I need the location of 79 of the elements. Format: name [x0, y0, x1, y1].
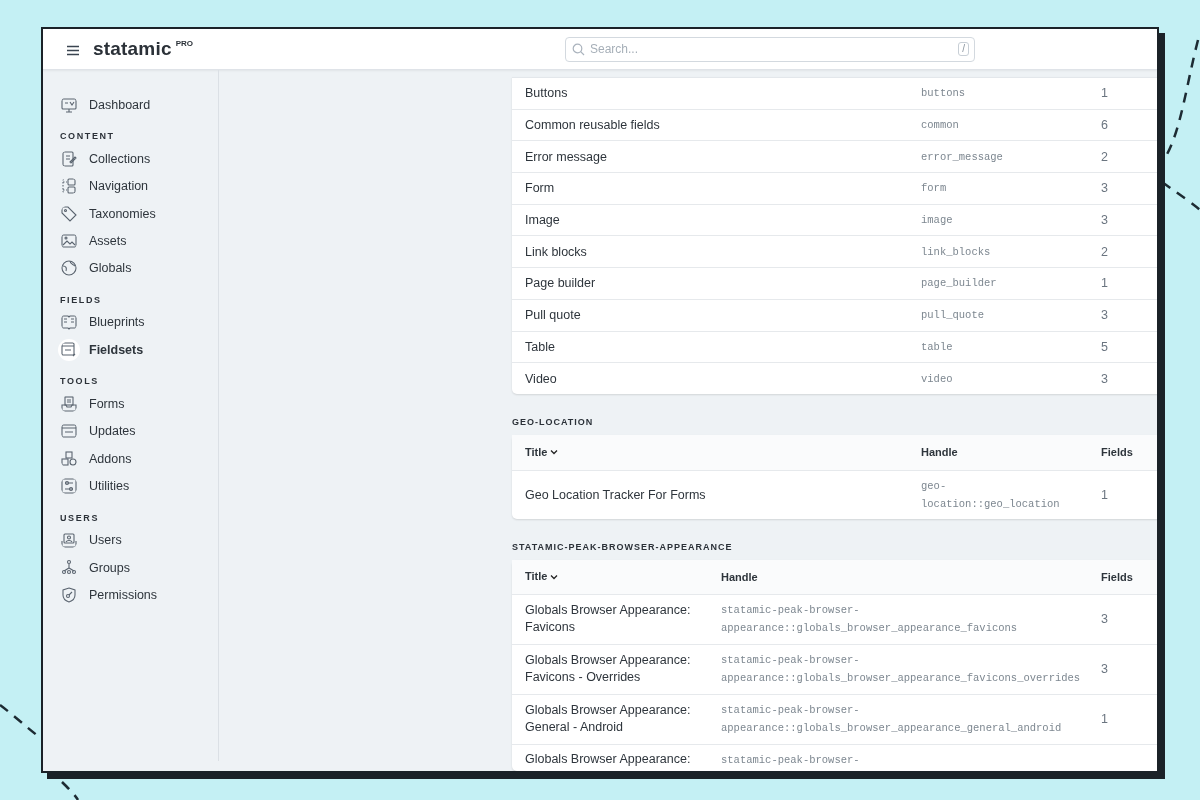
caret-icon — [550, 449, 559, 456]
section-heading: USERS — [60, 512, 100, 523]
fields-count: 5 — [1101, 339, 1108, 354]
column-header[interactable]: Title — [512, 446, 921, 459]
fieldset-title-link[interactable]: Globals Browser Appearance: — [512, 750, 721, 768]
fieldset-title-link[interactable]: Image — [512, 213, 921, 228]
sidebar-item[interactable]: Fieldsets — [60, 336, 218, 364]
handle-cell-text: statamic-peak-browser- — [721, 752, 861, 768]
sidebar-item[interactable]: Utilities — [60, 472, 218, 500]
handle-cell-text: statamic-peak-browser-appearance::globals_browser_appearance_favicons_overrides — [721, 653, 1082, 687]
column-header[interactable]: Handle — [921, 446, 1101, 459]
shortcut-key: / — [958, 41, 969, 56]
fieldset-title-link[interactable]: Table — [512, 339, 921, 354]
group-heading: GEO-LOCATION — [512, 416, 595, 427]
menu-icon[interactable] — [66, 45, 80, 56]
fields-count: 1 — [1101, 712, 1108, 727]
handle-cell-text: statamic-peak-browser-appearance::globals_browser_appearance_general_android — [721, 703, 1063, 737]
fields-count: 3 — [1101, 612, 1108, 627]
column-header[interactable]: Handle — [721, 570, 1101, 583]
handle-cell-text: link_blocks — [921, 244, 992, 260]
fields-count: 3 — [1101, 181, 1108, 196]
section-heading: TOOLS — [60, 376, 100, 387]
section-heading: FIELDS — [60, 294, 103, 305]
fieldset-title-link[interactable]: Globals Browser Appearance: Favicons - Overrides — [512, 652, 721, 687]
fieldset-title-link[interactable]: Pull quote — [512, 308, 921, 323]
logo-text[interactable]: statamic — [93, 39, 172, 59]
column-header[interactable]: Fields — [1101, 570, 1133, 583]
fields-count: 1 — [1101, 276, 1108, 291]
sidebar-item[interactable]: Users — [60, 526, 218, 554]
sidebar-item[interactable]: Blueprints — [60, 308, 218, 337]
fieldset-title-link[interactable]: Globals Browser Appearance: General - Android — [512, 702, 721, 737]
section-heading: CONTENT — [60, 131, 116, 142]
sidebar-item[interactable]: Forms — [60, 390, 218, 418]
handle-cell-text: statamic-peak-browser-appearance::globals_browser_appearance_favicons — [721, 603, 1019, 637]
handle-cell-text: video — [921, 371, 954, 387]
fields-count: 3 — [1101, 213, 1108, 228]
sidebar-item[interactable]: Assets — [60, 227, 218, 255]
fields-count: 2 — [1101, 244, 1108, 259]
sidebar-item[interactable]: Collections — [60, 145, 218, 173]
sidebar-item[interactable]: Addons — [60, 444, 218, 473]
column-header[interactable]: Title — [512, 568, 721, 586]
sidebar-item[interactable]: Navigation — [60, 172, 218, 200]
sidebar-item[interactable]: Dashboard — [60, 91, 218, 119]
fieldset-title-link[interactable]: Common reusable fields — [512, 118, 921, 133]
fields-count: 3 — [1101, 662, 1108, 677]
handle-cell-text: page_builder — [921, 276, 998, 292]
caret-icon — [550, 573, 559, 580]
handle-cell-text: pull_quote — [921, 308, 985, 324]
fieldset-title-link[interactable]: Link blocks — [512, 244, 921, 259]
handle-cell-text: image — [921, 213, 954, 229]
fieldset-title-link[interactable]: Globals Browser Appearance: Favicons — [512, 602, 721, 637]
sidebar-item[interactable]: Permissions — [60, 581, 218, 609]
column-header[interactable]: Fields — [1101, 446, 1133, 459]
plan-label: PRO — [175, 39, 194, 48]
fieldset-title-link[interactable]: Page builder — [512, 276, 921, 291]
handle-cell-text: geo-location::geo_location — [921, 478, 1061, 512]
fieldset-title-link[interactable]: Error message — [512, 149, 921, 164]
fieldset-title-link[interactable]: Geo Location Tracker For Forms — [512, 487, 921, 502]
handle-cell-text: common — [921, 118, 960, 134]
handle-cell-text: error_message — [921, 149, 1004, 165]
sidebar-item[interactable]: Taxonomies — [60, 199, 218, 228]
handle-cell-text: table — [921, 339, 954, 355]
sidebar-item[interactable]: Globals — [60, 254, 218, 282]
fields-count: 2 — [1101, 149, 1108, 164]
fields-count: 1 — [1101, 86, 1108, 101]
fieldset-title-link[interactable]: Buttons — [512, 86, 921, 101]
sidebar-item[interactable]: Updates — [60, 417, 218, 445]
fields-count: 1 — [1101, 487, 1108, 502]
handle-cell-text: buttons — [921, 86, 967, 102]
inbox-icon — [58, 393, 80, 415]
fields-count: 3 — [1101, 308, 1108, 323]
fieldset-title-link[interactable]: Video — [512, 371, 921, 386]
fields-count: 3 — [1101, 371, 1108, 386]
sidebar-item[interactable]: Groups — [60, 553, 218, 582]
window-icon — [58, 338, 80, 361]
group-heading: STATAMIC-PEAK-BROWSER-APPEARANCE — [512, 541, 734, 552]
handle-cell-text: form — [921, 181, 948, 197]
fieldset-title-link[interactable]: Form — [512, 181, 921, 196]
fields-count: 6 — [1101, 118, 1108, 133]
